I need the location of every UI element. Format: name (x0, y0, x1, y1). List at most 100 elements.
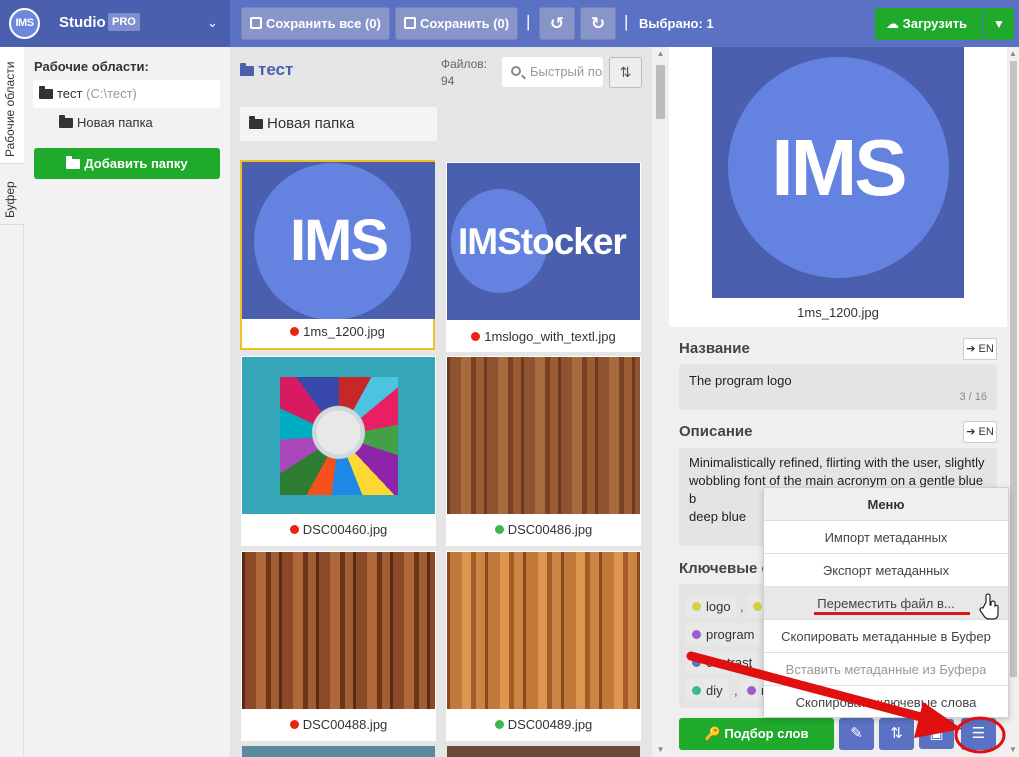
upload-button[interactable]: ☁ Загрузить (875, 8, 983, 40)
save-metadata-button[interactable]: ▣ (919, 719, 954, 749)
status-dot-icon (290, 327, 300, 336)
folder-icon (59, 115, 73, 128)
file-tile[interactable]: DSC00486.jpg (446, 356, 641, 546)
grid-scroll-thumb[interactable] (656, 65, 665, 119)
save-all-button[interactable]: Сохранить все (0) (241, 7, 390, 40)
keyword-tag[interactable]: logo (686, 595, 737, 618)
chevron-down-icon[interactable]: ⌄ (207, 15, 218, 31)
keyword-text: contrast (706, 655, 753, 670)
keyword-tag[interactable]: program (686, 623, 761, 646)
status-dot-icon (289, 525, 299, 534)
file-name: DSC00489.jpg (507, 717, 593, 732)
title-char-counter: 3 / 16 (959, 391, 987, 403)
subfolder-tile-label: Новая папка (267, 115, 355, 132)
file-caption: 1mslogo_with_textl.jpg (446, 322, 641, 352)
thumbnail-image (242, 552, 435, 709)
tab-buffer[interactable]: Буфер (0, 165, 24, 225)
title-field[interactable]: The program logo 3 / 16 (679, 364, 997, 410)
keyword-tag[interactable]: contrast (686, 651, 759, 674)
file-caption: 1ms_1200.jpg (242, 316, 433, 348)
scroll-down-icon[interactable]: ▼ (656, 745, 665, 754)
workspace-subfolder[interactable]: Новая папка (59, 115, 153, 130)
status-dot-icon (494, 720, 504, 729)
sort-keywords-button[interactable]: ⇅ (879, 718, 914, 750)
menu-button[interactable]: ☰ (961, 718, 996, 750)
scroll-up-icon[interactable]: ▲ (656, 49, 665, 58)
thumbnail-image (242, 357, 435, 514)
keyword-tag[interactable]: diy (686, 679, 729, 702)
folder-open-icon (240, 63, 254, 76)
save-label: Сохранить (0) (420, 16, 510, 31)
file-tile[interactable]: DSC00489.jpg (446, 551, 641, 741)
scroll-up-icon[interactable]: ▲ (1008, 49, 1018, 58)
status-dot-icon (494, 525, 504, 534)
keyword-dot-icon (747, 686, 756, 695)
pencil-icon: ✎ (850, 725, 863, 742)
undo-button[interactable]: ↺ (539, 7, 575, 40)
workspace-item[interactable]: тест (C:\тест) (33, 80, 220, 108)
redo-button[interactable]: ↻ (580, 7, 616, 40)
upload-dropdown-toggle[interactable]: ▼ (984, 8, 1014, 40)
keyword-separator: , (734, 683, 738, 698)
file-tile-partial[interactable] (447, 746, 640, 757)
file-name: DSC00488.jpg (302, 717, 388, 732)
tab-workspaces-label: Рабочие области (3, 61, 17, 157)
menu-item-export-metadata[interactable]: Экспорт метаданных (764, 554, 1008, 587)
file-grid-panel: тест Файлов: 94 Быстрый поиск ⇅ ▲ ▼ Нова… (230, 47, 669, 757)
add-folder-label: Добавить папку (84, 156, 188, 171)
save-button[interactable]: Сохранить (0) (395, 7, 519, 40)
menu-item-copy-keywords[interactable]: Скопировать ключевые слова (764, 686, 1008, 719)
file-tile[interactable]: IMS 1ms_1200.jpg (240, 160, 435, 350)
translate-description-button[interactable]: ➔ EN (963, 421, 997, 443)
preview-logo-text: IMS (771, 123, 907, 212)
keyword-dot-icon (692, 658, 701, 667)
search-placeholder: Быстрый поиск (530, 64, 603, 79)
edit-button[interactable]: ✎ (839, 718, 874, 750)
grid-scrollbar[interactable] (652, 47, 669, 757)
menu-item-copy-metadata[interactable]: Скопировать метаданные в Буфер (764, 620, 1008, 653)
preview-file-name: 1ms_1200.jpg (797, 305, 879, 320)
brand-area[interactable]: IMS Studio PRO ⌄ (0, 0, 230, 47)
toolbar-divider: | (624, 12, 629, 31)
menu-item-move-file[interactable]: Переместить файл в... (764, 587, 1008, 620)
file-tile[interactable]: DSC00460.jpg (241, 356, 436, 546)
file-caption: DSC00460.jpg (241, 514, 436, 546)
search-input[interactable]: Быстрый поиск (502, 57, 603, 87)
folder-title-label: тест (258, 60, 294, 79)
scroll-down-icon[interactable]: ▼ (1008, 745, 1018, 754)
tab-buffer-label: Буфер (3, 181, 17, 218)
hamburger-menu-icon: ☰ (971, 725, 986, 742)
tab-workspaces[interactable]: Рабочие области (0, 47, 24, 164)
translate-title-button[interactable]: ➔ EN (963, 338, 997, 360)
chevron-down-icon: ▼ (993, 17, 1005, 31)
cloud-upload-icon: ☁ (886, 16, 899, 31)
subfolder-label: Новая папка (77, 115, 153, 130)
file-tile-partial[interactable] (242, 746, 435, 757)
current-folder-title: тест (240, 60, 293, 80)
menu-item-import-metadata[interactable]: Импорт метаданных (764, 521, 1008, 554)
pick-words-label: Подбор слов (724, 726, 809, 741)
file-tile[interactable]: IMStocker 1mslogo_with_textl.jpg (446, 162, 641, 352)
subfolder-tile[interactable]: Новая папка (240, 107, 437, 141)
menu-item-paste-metadata[interactable]: Вставить метаданные из Буфера (764, 653, 1008, 686)
pick-words-button[interactable]: 🔑 Подбор слов (679, 718, 834, 750)
save-icon (404, 17, 416, 29)
undo-icon: ↺ (549, 14, 565, 33)
sort-button[interactable]: ⇅ (609, 57, 642, 88)
keyword-text: program (706, 627, 755, 642)
redo-icon: ↻ (590, 14, 606, 33)
details-scroll-thumb[interactable] (1010, 61, 1017, 677)
save-icon: ▣ (929, 725, 944, 742)
file-tile[interactable]: DSC00488.jpg (241, 551, 436, 741)
grid-header: тест Файлов: 94 Быстрый поиск ⇅ (230, 47, 652, 97)
keyword-separator: , (740, 599, 744, 614)
file-caption: DSC00488.jpg (241, 709, 436, 741)
status-dot-icon (289, 720, 299, 729)
workspaces-panel: Рабочие области: тест (C:\тест) Новая па… (24, 47, 230, 757)
pro-badge: PRO (108, 13, 140, 31)
key-icon: 🔑 (704, 726, 721, 741)
sort-icon: ⇅ (890, 725, 903, 742)
add-folder-button[interactable]: Добавить папку (34, 148, 220, 179)
folder-open-icon (39, 86, 53, 99)
files-count: Файлов: 94 (441, 57, 488, 88)
